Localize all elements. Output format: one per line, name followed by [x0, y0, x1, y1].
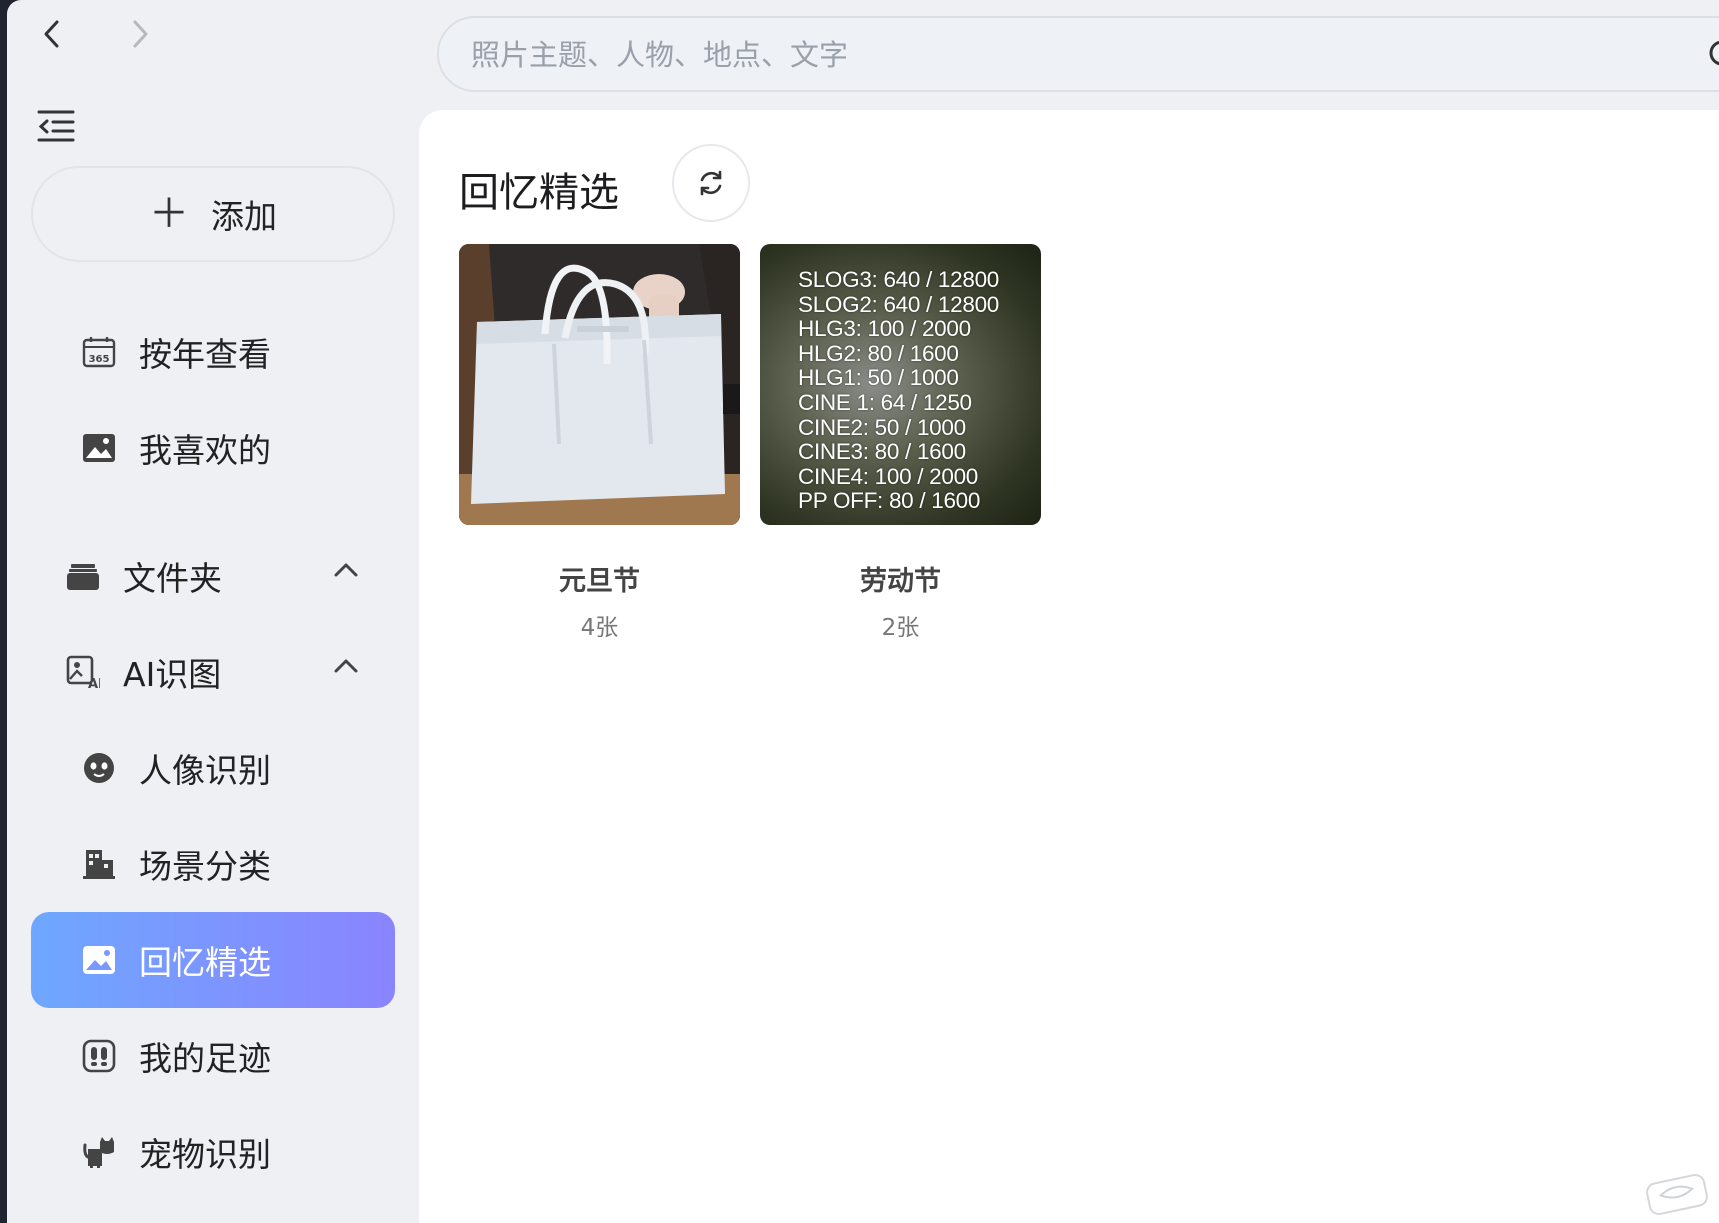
chevron-right-icon [133, 20, 148, 48]
ai-image-icon: AI [65, 654, 101, 690]
album-card[interactable]: 元旦节 4张 [459, 244, 740, 642]
album-count: 2张 [881, 615, 920, 641]
album-title: 元旦节 [559, 566, 640, 597]
add-button[interactable]: ＋ 添加 [31, 166, 395, 262]
refresh-button[interactable] [672, 144, 750, 222]
overlay-line: CINE2: 50 / 1000 [798, 414, 966, 440]
sidebar-item-label: 回忆精选 [139, 943, 271, 982]
svg-text:365: 365 [89, 354, 110, 365]
building-icon [81, 846, 117, 882]
overlay-line: HLG3: 100 / 2000 [798, 316, 971, 342]
sidebar-item-scene-classification[interactable]: 场景分类 [31, 816, 395, 912]
app-window: ＋ 添加 365 按年查看 我喜欢的 文件夹 AI AI识图 人像识别 [7, 0, 1719, 1223]
search-icon[interactable] [1707, 38, 1719, 72]
chevron-up-icon[interactable] [333, 658, 359, 674]
album-card[interactable]: SLOG3: 640 / 12800 SLOG2: 640 / 12800 HL… [760, 244, 1041, 642]
menu-collapse-icon [37, 110, 75, 142]
overlay-line: CINE3: 80 / 1600 [798, 439, 966, 465]
sidebar-group-folders[interactable]: 文件夹 [31, 528, 395, 624]
sidebar-item-label: 场景分类 [139, 847, 271, 886]
forward-button[interactable] [120, 14, 160, 54]
sidebar-group-ai-image[interactable]: AI AI识图 [31, 624, 395, 720]
overlay-line: HLG2: 80 / 1600 [798, 340, 959, 366]
chevron-left-icon [44, 20, 59, 48]
page-title: 回忆精选 [459, 170, 619, 216]
album-thumbnail[interactable] [459, 244, 740, 525]
sidebar-item-label: 宠物识别 [139, 1135, 271, 1174]
back-button[interactable] [32, 14, 72, 54]
sidebar-item-label: 我喜欢的 [139, 431, 271, 470]
picture-icon [81, 430, 117, 466]
sidebar-item-memories[interactable]: 回忆精选 [31, 912, 395, 1008]
album-thumbnail[interactable]: SLOG3: 640 / 12800 SLOG2: 640 / 12800 HL… [760, 244, 1041, 525]
overlay-line: SLOG2: 640 / 12800 [798, 291, 1000, 317]
chevron-up-icon[interactable] [333, 562, 359, 578]
search-bar[interactable] [437, 16, 1719, 92]
footprint-icon [81, 1038, 117, 1074]
overlay-text: SLOG3: 640 / 12800 SLOG2: 640 / 12800 HL… [798, 267, 1000, 514]
sidebar-item-label: 按年查看 [139, 335, 271, 374]
overlay-line: CINE 1: 64 / 1250 [798, 389, 972, 415]
sidebar-group-label: 文件夹 [123, 559, 222, 598]
sidebar-item-by-year[interactable]: 365 按年查看 [31, 304, 395, 400]
image-icon [81, 942, 117, 978]
calendar-365-icon: 365 [81, 334, 117, 370]
overlay-line: HLG1: 50 / 1000 [798, 365, 959, 391]
folder-icon [65, 558, 101, 594]
overlay-line: CINE4: 100 / 2000 [798, 463, 979, 489]
album-title: 劳动节 [860, 566, 941, 597]
svg-text:AI: AI [88, 677, 100, 689]
face-icon [81, 750, 117, 786]
search-input[interactable] [469, 18, 1623, 92]
album-count: 4张 [580, 615, 619, 641]
sidebar-item-face-recognition[interactable]: 人像识别 [31, 720, 395, 816]
pet-cat-icon [81, 1134, 117, 1170]
sidebar-item-favorites[interactable]: 我喜欢的 [31, 400, 395, 496]
refresh-icon [700, 170, 722, 196]
sidebar-item-label: 我的足迹 [139, 1039, 271, 1078]
plus-icon: ＋ [149, 191, 189, 237]
sidebar-item-label: 人像识别 [139, 751, 271, 790]
sidebar-collapse-button[interactable] [34, 104, 78, 148]
sidebar-item-footprints[interactable]: 我的足迹 [31, 1008, 395, 1104]
overlay-line: PP OFF: 80 / 1600 [798, 488, 981, 514]
main-panel: 回忆精选 元旦节 4张 SLOG3: 640 / 12800 SLOG2: 64… [419, 110, 1719, 1223]
handbag-photo [459, 244, 740, 525]
sidebar-item-pet-recognition[interactable]: 宠物识别 [31, 1104, 395, 1200]
sidebar-group-label: AI识图 [123, 655, 222, 694]
overlay-line: SLOG3: 640 / 12800 [798, 267, 1000, 292]
add-label: 添加 [211, 197, 277, 236]
